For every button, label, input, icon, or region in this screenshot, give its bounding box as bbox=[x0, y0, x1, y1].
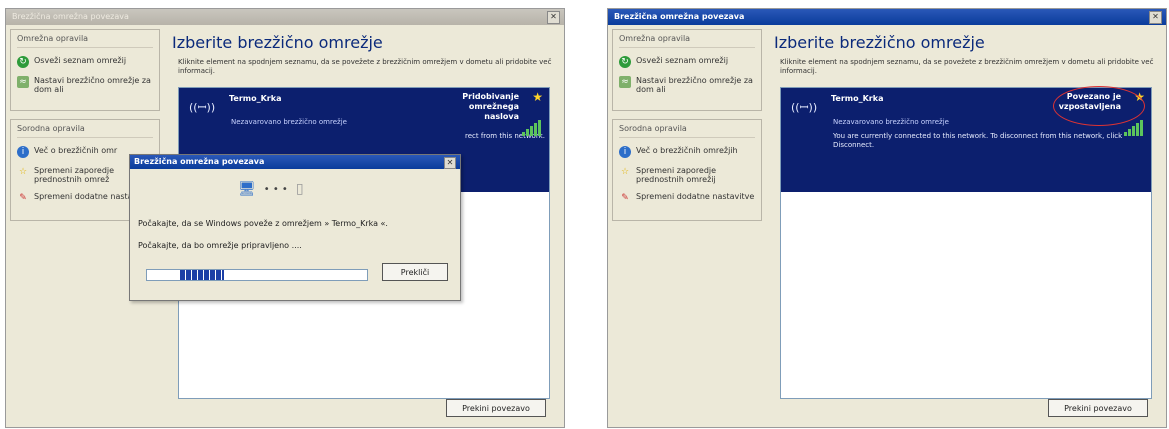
close-icon[interactable]: ✕ bbox=[444, 157, 456, 169]
progress-bar bbox=[146, 269, 368, 281]
refresh-network-list-link[interactable]: ↻ Osveži seznam omrežij bbox=[17, 56, 153, 68]
network-security: Nezavarovano brezžično omrežje bbox=[833, 118, 949, 126]
dots-icon: • • • bbox=[263, 183, 288, 195]
wireless-setup-icon: ≈ bbox=[619, 76, 631, 88]
network-item[interactable]: ((ꟷ)) Termo_Krka Nezavarovano brezžično … bbox=[781, 86, 1151, 192]
info-icon: i bbox=[619, 146, 631, 158]
wireless-window-left: Brezžična omrežna povezava ✕ Omrežna opr… bbox=[5, 8, 565, 428]
disconnect-button[interactable]: Prekini povezavo bbox=[1048, 399, 1148, 417]
info-icon: i bbox=[17, 146, 29, 158]
network-ssid: Termo_Krka bbox=[229, 94, 282, 103]
network-tasks-panel: Omrežna opravila ↻ Osveži seznam omrežij… bbox=[612, 29, 762, 111]
learn-wireless-link[interactable]: i Več o brezžičnih omrežjih bbox=[619, 146, 755, 158]
star-icon: ★ bbox=[532, 90, 543, 104]
instruction-text: Kliknite element na spodnjem seznamu, da… bbox=[178, 58, 552, 75]
window-title: Brezžična omrežna povezava bbox=[608, 9, 1166, 25]
panel-title: Sorodna opravila bbox=[619, 124, 755, 138]
settings-icon: ✎ bbox=[621, 193, 629, 203]
network-list: ((ꟷ)) Termo_Krka Nezavarovano brezžično … bbox=[780, 86, 1152, 399]
advanced-settings-link[interactable]: ✎ Spremeni dodatne nastavitve bbox=[619, 192, 755, 204]
sidebar: Omrežna opravila ↻ Osveži seznam omrežij… bbox=[612, 29, 762, 421]
instruction-text: Kliknite element na spodnjem seznamu, da… bbox=[780, 58, 1154, 75]
cancel-button[interactable]: Prekliči bbox=[382, 263, 448, 281]
network-tasks-panel: Omrežna opravila ↻ Osveži seznam omrežij… bbox=[10, 29, 160, 111]
star-icon: ☆ bbox=[18, 167, 28, 177]
related-tasks-panel: Sorodna opravila i Več o brezžičnih omre… bbox=[612, 119, 762, 221]
antenna-icon: ((ꟷ)) bbox=[189, 101, 216, 114]
panel-title: Sorodna opravila bbox=[17, 124, 153, 138]
change-order-link[interactable]: ☆ Spremeni zaporedje prednostnih omrežij bbox=[619, 166, 755, 184]
panel-title: Omrežna opravila bbox=[619, 34, 755, 48]
dialog-line-2: Počakajte, da bo omrežje pripravljeno ..… bbox=[138, 241, 302, 250]
main-panel: Izberite brezžično omrežje Kliknite elem… bbox=[774, 33, 1158, 421]
disconnect-button[interactable]: Prekini povezavo bbox=[446, 399, 546, 417]
connecting-dialog: Brezžična omrežna povezava ✕ 🖥 • • • ▯ P… bbox=[129, 154, 461, 301]
refresh-network-list-link[interactable]: ↻ Osveži seznam omrežij bbox=[619, 56, 755, 68]
signal-bars-icon bbox=[1124, 120, 1143, 136]
refresh-icon: ↻ bbox=[17, 56, 29, 68]
antenna-icon: ((ꟷ)) bbox=[791, 101, 818, 114]
wireless-window-right: Brezžična omrežna povezava ✕ Omrežna opr… bbox=[607, 8, 1167, 428]
star-icon: ☆ bbox=[620, 167, 630, 177]
setup-wireless-link[interactable]: ≈ Nastavi brezžično omrežje za dom ali bbox=[17, 76, 153, 94]
window-title: Brezžična omrežna povezava bbox=[6, 9, 564, 25]
refresh-icon: ↻ bbox=[619, 56, 631, 68]
signal-bars-icon bbox=[522, 120, 541, 136]
network-ssid: Termo_Krka bbox=[831, 94, 884, 103]
dialog-line-1: Počakajte, da se Windows poveže z omrežj… bbox=[138, 219, 388, 228]
dialog-title: Brezžična omrežna povezava bbox=[130, 155, 460, 169]
computer-icon: 🖥 bbox=[238, 181, 256, 197]
page-title: Izberite brezžično omrežje bbox=[172, 33, 383, 52]
panel-title: Omrežna opravila bbox=[17, 34, 153, 48]
connection-animation: 🖥 • • • ▯ bbox=[238, 181, 304, 197]
close-icon[interactable]: ✕ bbox=[1149, 11, 1162, 24]
network-security: Nezavarovano brezžično omrežje bbox=[231, 118, 347, 126]
wireless-setup-icon: ≈ bbox=[17, 76, 29, 88]
page-title: Izberite brezžično omrežje bbox=[774, 33, 985, 52]
settings-icon: ✎ bbox=[19, 193, 27, 203]
close-icon[interactable]: ✕ bbox=[547, 11, 560, 24]
network-message: You are currently connected to this netw… bbox=[833, 132, 1123, 149]
status-text: Pridobivanje omrežnega naslova bbox=[462, 92, 519, 121]
access-point-icon: ▯ bbox=[295, 181, 304, 197]
setup-wireless-link[interactable]: ≈ Nastavi brezžično omrežje za dom ali bbox=[619, 76, 755, 94]
